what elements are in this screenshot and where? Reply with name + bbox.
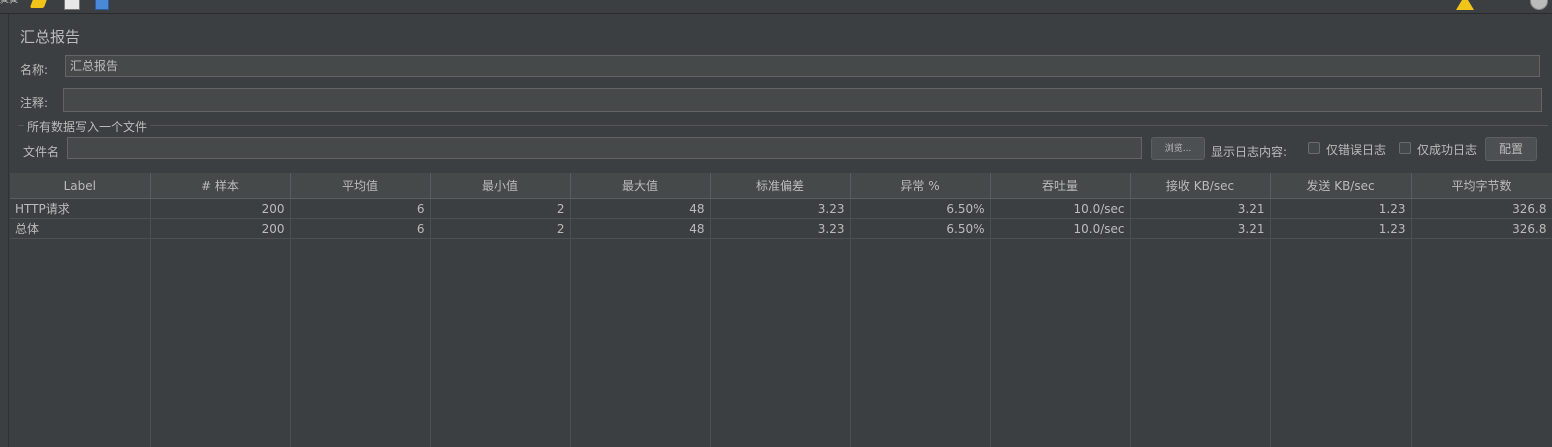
tree-panel-edge [0,14,9,447]
table-cell: 326.8 [1411,198,1552,219]
table-row[interactable]: HTTP请求 200 6 2 48 3.23 6.50% 10.0/sec 3.… [10,198,1552,219]
table-cell: 总体 [10,218,151,239]
table-cell: 48 [570,198,711,219]
log-content-label: 显示日志内容: [1211,145,1288,159]
table-cell: 48 [570,218,711,239]
name-label: 名称: [20,63,49,77]
file-name-label: 文件名 [23,145,60,159]
table-cell: 10.0/sec [990,198,1131,219]
table-cell: 3.23 [710,218,851,239]
table-cell: 200 [150,198,291,219]
table-cell: 6.50% [850,218,991,239]
page-title: 汇总报告 [20,28,81,46]
save-icon[interactable] [95,0,109,10]
table-empty-area [10,238,1552,447]
column-header-max[interactable]: 最大值 [570,173,711,199]
file-group-title: 所有数据写入一个文件 [24,118,151,135]
column-header-label[interactable]: Label [10,173,151,199]
table-row[interactable]: 总体 200 6 2 48 3.23 6.50% 10.0/sec 3.21 1… [10,218,1552,239]
table-cell: 6 [290,198,431,219]
table-cell: 6 [290,218,431,239]
warning-icon[interactable] [1456,0,1474,10]
comment-label: 注释: [20,96,49,110]
success-only-checkbox[interactable] [1399,142,1411,154]
document-icon[interactable] [64,0,80,10]
errors-only-checkbox[interactable] [1308,142,1320,154]
table-cell: 2 [430,218,571,239]
group-divider [18,125,1548,126]
table-cell: 10.0/sec [990,218,1131,239]
column-header-avg-bytes[interactable]: 平均字节数 [1411,173,1552,199]
table-cell: 1.23 [1270,198,1412,219]
column-header-average[interactable]: 平均值 [290,173,431,199]
column-header-error-pct[interactable]: 异常 % [850,173,991,199]
column-header-std-dev[interactable]: 标准偏差 [710,173,851,199]
globe-icon[interactable] [1530,0,1548,10]
comment-field[interactable] [63,88,1542,112]
summary-table: Label # 样本 平均值 最小值 最大值 标准偏差 异常 % 吞吐量 接收 … [10,173,1552,447]
browse-button[interactable]: 浏览... [1151,137,1205,160]
table-cell: 3.21 [1130,218,1271,239]
table-cell: 1.23 [1270,218,1412,239]
table-cell: 3.23 [710,198,851,219]
table-header-row: Label # 样本 平均值 最小值 最大值 标准偏差 异常 % 吞吐量 接收 … [10,173,1552,199]
name-field[interactable]: 汇总报告 [65,55,1540,77]
column-header-received[interactable]: 接收 KB/sec [1130,173,1271,199]
file-name-field[interactable] [67,137,1142,159]
table-cell: 2 [430,198,571,219]
table-cell: HTTP请求 [10,198,151,219]
table-cell: 3.21 [1130,198,1271,219]
table-cell: 6.50% [850,198,991,219]
table-cell: 200 [150,218,291,239]
column-header-sent[interactable]: 发送 KB/sec [1270,173,1412,199]
column-header-min[interactable]: 最小值 [430,173,571,199]
brush-icon[interactable] [29,0,49,8]
toolbar: ✂✂ [0,0,1552,14]
summary-report-panel: 汇总报告 名称: 汇总报告 注释: 所有数据写入一个文件 文件名 浏览... 显… [10,14,1552,447]
configure-button[interactable]: 配置 [1485,137,1537,161]
success-only-label: 仅成功日志 [1417,143,1478,157]
column-header-samples[interactable]: # 样本 [150,173,291,199]
column-header-throughput[interactable]: 吞吐量 [990,173,1131,199]
scissors-icon[interactable]: ✂✂ [0,0,22,8]
errors-only-label: 仅错误日志 [1326,143,1387,157]
table-cell: 326.8 [1411,218,1552,239]
